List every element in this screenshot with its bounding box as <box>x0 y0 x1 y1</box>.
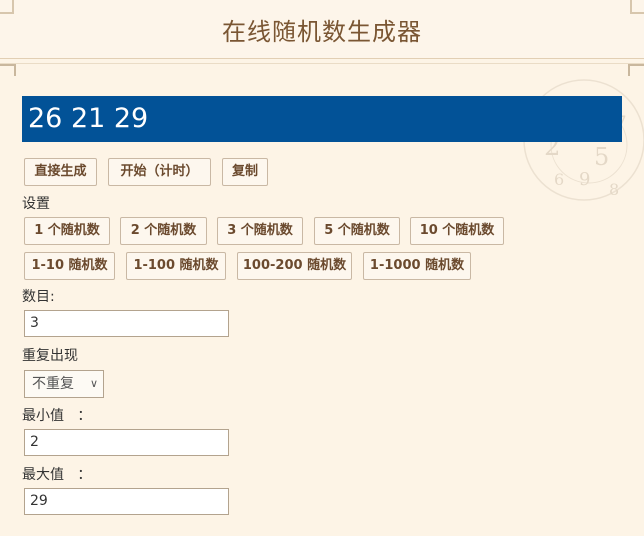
page-header: 在线随机数生成器 <box>0 0 644 59</box>
svg-text:9: 9 <box>579 169 590 190</box>
start-timer-button[interactable]: 开始（计时） <box>108 158 211 186</box>
min-input[interactable]: 2 <box>24 429 229 456</box>
svg-text:5: 5 <box>594 143 609 171</box>
preset-range-1-10-button[interactable]: 1-10 随机数 <box>24 252 115 280</box>
preset-1-number-button[interactable]: 1 个随机数 <box>24 217 110 245</box>
page-title: 在线随机数生成器 <box>222 18 422 46</box>
preset-range-100-200-button[interactable]: 100-200 随机数 <box>237 252 352 280</box>
repeat-select-value: 不重复 <box>32 376 74 392</box>
result-display: 26 21 29 <box>22 96 622 142</box>
copy-button[interactable]: 复制 <box>222 158 268 186</box>
min-label: 最小值 ： <box>22 408 92 424</box>
preset-5-numbers-button[interactable]: 5 个随机数 <box>314 217 400 245</box>
count-input[interactable]: 3 <box>24 310 229 337</box>
preset-range-1-1000-button[interactable]: 1-1000 随机数 <box>363 252 471 280</box>
svg-text:8: 8 <box>609 180 619 199</box>
preset-range-1-100-button[interactable]: 1-100 随机数 <box>126 252 226 280</box>
repeat-select[interactable]: 不重复 ∨ <box>24 370 104 398</box>
generate-button[interactable]: 直接生成 <box>24 158 97 186</box>
max-input[interactable]: 29 <box>24 488 229 515</box>
preset-3-numbers-button[interactable]: 3 个随机数 <box>217 217 303 245</box>
max-label: 最大值 ： <box>22 467 92 483</box>
decorative-numbers-image: 2 3 5 7 9 6 8 <box>523 79 644 201</box>
repeat-label: 重复出现 <box>22 348 78 364</box>
svg-text:6: 6 <box>554 170 564 189</box>
preset-2-numbers-button[interactable]: 2 个随机数 <box>120 217 207 245</box>
preset-10-numbers-button[interactable]: 10 个随机数 <box>410 217 504 245</box>
chevron-down-icon: ∨ <box>89 377 98 390</box>
settings-heading: 设置 <box>22 196 50 212</box>
count-label: 数目: <box>22 289 55 305</box>
corner-ornament <box>0 64 16 76</box>
